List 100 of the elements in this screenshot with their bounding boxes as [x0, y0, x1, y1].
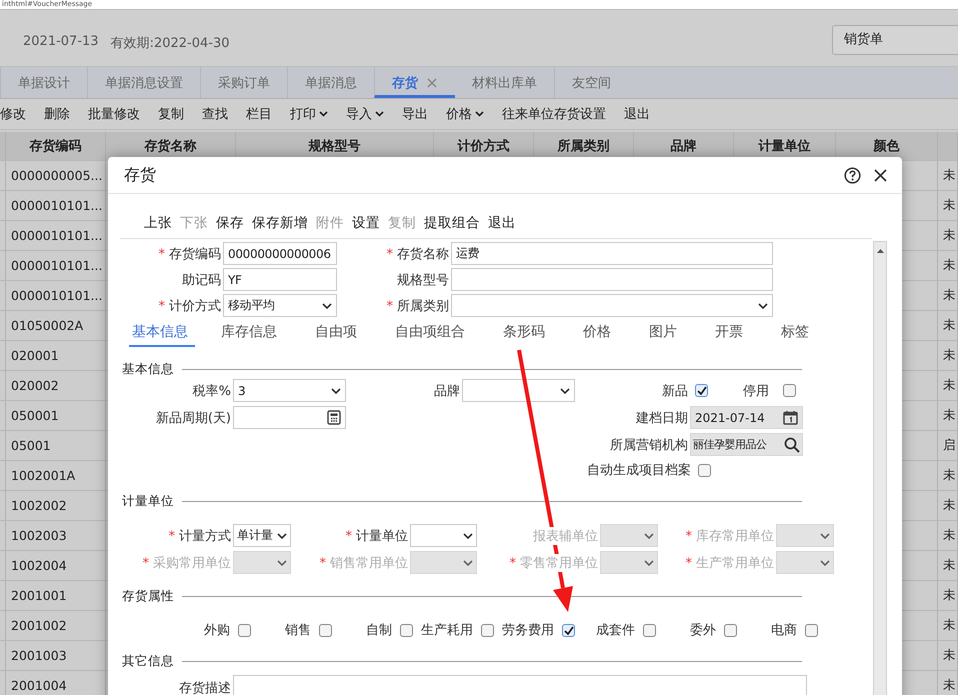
toolbar-button[interactable]: 提取组合	[420, 213, 484, 233]
toolbar-button[interactable]: 导入	[337, 102, 393, 126]
toolbar-button[interactable]: 往来单位存货设置	[493, 102, 615, 126]
table-cell: 未	[938, 641, 958, 670]
input-field[interactable]: 2021-07-14	[690, 406, 803, 429]
scrollbar[interactable]	[873, 241, 887, 695]
toolbar-button[interactable]: 导出	[393, 102, 437, 126]
tab[interactable]: 开票	[703, 321, 755, 347]
select-field[interactable]	[451, 294, 773, 317]
toolbar-button[interactable]: 打印	[281, 102, 337, 126]
field-label: * 销售常用单位	[320, 554, 410, 572]
field-label: 成套件	[596, 622, 636, 639]
date-text: 2021-07-13	[23, 34, 99, 51]
caret-icon	[319, 111, 328, 117]
tab[interactable]: 库存信息	[209, 321, 289, 347]
checkbox[interactable]	[400, 624, 413, 636]
field-label: 自制	[366, 622, 393, 639]
toolbar-button[interactable]: 栏目	[237, 102, 281, 126]
select-field[interactable]: 单计量	[233, 524, 291, 547]
section-title: 计量单位	[122, 492, 174, 510]
help-icon	[844, 166, 861, 184]
checkbox[interactable]	[238, 624, 251, 636]
checkbox[interactable]	[783, 384, 796, 397]
table-cell: 050001	[6, 401, 106, 430]
field-label: * 计量方式	[168, 526, 233, 544]
up-arrow-icon	[876, 248, 884, 254]
tab[interactable]: 标签	[769, 321, 821, 347]
select-field[interactable]	[410, 524, 477, 547]
table-cell: 未	[938, 191, 958, 220]
field-label: 税率%	[192, 382, 232, 400]
table-cell: 1002004	[6, 551, 106, 580]
checkbox[interactable]	[643, 624, 656, 636]
close-icon	[426, 76, 438, 88]
field-label: 所属营销机构	[610, 436, 689, 454]
input-field[interactable]: 丽佳孕婴用品公	[690, 433, 803, 456]
input-field[interactable]: YF	[223, 268, 337, 291]
checkbox[interactable]	[805, 624, 818, 636]
table-cell: 020001	[6, 341, 106, 370]
toolbar-button[interactable]: 设置	[348, 213, 384, 233]
checkbox[interactable]	[481, 624, 494, 636]
field-label: * 生产常用单位	[686, 554, 776, 572]
toolbar-button[interactable]: 上张	[140, 213, 176, 233]
table-cell: 未	[938, 281, 958, 310]
checkbox[interactable]	[695, 384, 708, 397]
field-label: 销售	[285, 622, 312, 639]
toolbar-button[interactable]: 退出	[484, 213, 520, 233]
toolbar-button[interactable]: 价格	[437, 102, 493, 126]
field-label: 劳务费用	[502, 622, 555, 639]
toolbar-button[interactable]: 保存新增	[248, 213, 312, 233]
toolbar-button[interactable]: 复制	[149, 102, 193, 126]
toolbar-button[interactable]: 修改	[0, 102, 35, 126]
input-field[interactable]: 运费	[451, 242, 773, 265]
table-cell: 2001001	[6, 581, 106, 610]
section-title: 存货属性	[122, 588, 174, 604]
input-field[interactable]: 00000000000006	[223, 242, 337, 265]
caret-icon	[277, 560, 287, 566]
table-cell: 未	[938, 221, 958, 250]
caret-icon	[820, 532, 830, 538]
tab[interactable]: 自由项	[303, 321, 369, 347]
caret-icon	[820, 560, 830, 566]
tab[interactable]: 自由项组合	[383, 321, 477, 347]
field-label: 电商	[771, 622, 798, 639]
input-field[interactable]	[451, 268, 773, 291]
toolbar-button[interactable]: 退出	[615, 102, 659, 126]
table-cell: 未	[938, 401, 958, 430]
tab[interactable]: 条形码	[491, 321, 557, 347]
input-field[interactable]	[233, 406, 346, 429]
field-label: 停用	[743, 382, 770, 400]
table-cell: 0000010101...	[6, 191, 106, 220]
tab[interactable]: 图片	[637, 321, 689, 347]
table-cell: 0000000005...	[6, 161, 106, 190]
select-field[interactable]: 移动平均	[223, 294, 337, 317]
caret-icon	[758, 302, 768, 308]
select-field[interactable]: 3	[233, 379, 346, 402]
table-cell: 01050002A	[6, 311, 106, 340]
field-label: 生产耗用	[421, 622, 474, 639]
calendar-icon	[783, 410, 798, 425]
field-label: 品牌	[434, 382, 461, 400]
field-label: 自动生成项目档案	[587, 462, 692, 479]
checkbox[interactable]	[562, 624, 575, 636]
checkbox[interactable]	[319, 624, 332, 636]
caret-icon	[322, 302, 332, 308]
table-cell: 未	[938, 671, 958, 695]
toolbar-button[interactable]: 查找	[193, 102, 237, 126]
toolbar-button[interactable]: 批量修改	[79, 102, 149, 126]
calculator-icon	[327, 410, 341, 425]
toolbar-button[interactable]: 保存	[212, 213, 248, 233]
select-field[interactable]	[462, 379, 575, 402]
tab[interactable]: 价格	[571, 321, 623, 347]
document-type-select[interactable]: 销货单	[832, 25, 958, 55]
table-cell: 未	[938, 341, 958, 370]
checkbox[interactable]	[698, 464, 711, 476]
table-cell: 未	[938, 161, 958, 190]
checkbox[interactable]	[724, 624, 737, 636]
table-cell: 020002	[6, 371, 106, 400]
table-cell: 05001	[6, 431, 106, 460]
field-label: 外购	[204, 622, 231, 639]
tab[interactable]: 基本信息	[129, 321, 195, 347]
dialog-title: 存货	[124, 164, 156, 186]
toolbar-button[interactable]: 删除	[35, 102, 79, 126]
